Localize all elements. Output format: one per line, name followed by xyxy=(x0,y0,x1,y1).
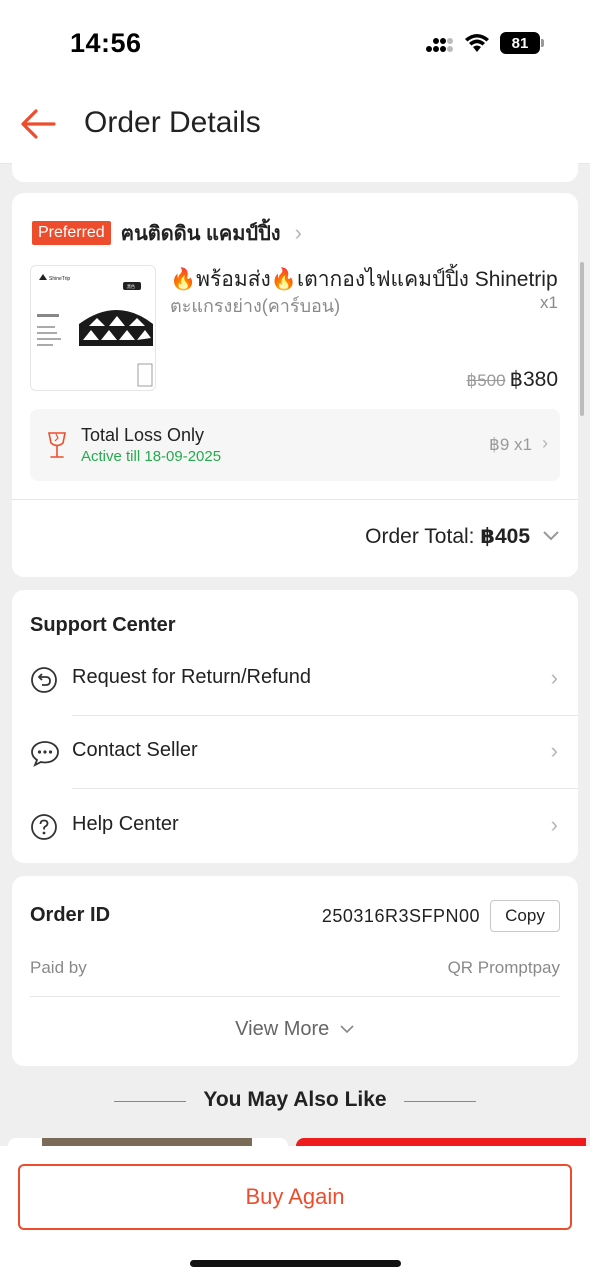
order-info-card: Order ID 250316R3SFPN00 Copy Paid by QR … xyxy=(12,876,578,1066)
buy-again-button[interactable]: Buy Again xyxy=(18,1164,572,1230)
home-indicator xyxy=(190,1260,401,1267)
chat-icon xyxy=(31,741,59,767)
help-center-label: Help Center xyxy=(72,813,179,835)
order-items-card: Preferred ฅนติดดิน แคมป์ปิ้ง › ShineTrip… xyxy=(12,193,578,577)
chevron-right-icon: › xyxy=(550,738,558,763)
chevron-right-icon: › xyxy=(542,433,548,453)
return-refund-label: Request for Return/Refund xyxy=(72,666,312,688)
product-price: ฿500 ฿380 xyxy=(466,367,558,392)
return-refund-item[interactable]: Request for Return/Refund › xyxy=(12,644,578,716)
status-bar: 14:56 81 xyxy=(0,0,590,86)
order-total: Order Total: ฿405 xyxy=(365,524,530,549)
scrollbar[interactable] xyxy=(580,262,584,416)
previous-card xyxy=(12,150,578,182)
product-image-art: ShineTrip 黑色 xyxy=(37,274,153,387)
wifi-icon xyxy=(465,34,489,52)
divider xyxy=(404,1101,476,1102)
bottom-action-bar: Buy Again xyxy=(0,1146,590,1280)
glass-icon xyxy=(48,432,66,458)
support-center-card: Support Center Request for Return/Refund… xyxy=(12,590,578,863)
help-icon xyxy=(31,814,57,840)
insurance-row[interactable]: Total Loss Only Active till 18-09-2025 ฿… xyxy=(30,409,560,481)
contact-seller-label: Contact Seller xyxy=(72,739,198,761)
product-image-tag: 黑色 xyxy=(127,283,135,289)
order-total-value: ฿405 xyxy=(480,525,530,548)
payment-method: QR Promptpay xyxy=(447,958,560,977)
back-arrow-icon[interactable] xyxy=(18,104,58,144)
status-icons: 81 xyxy=(426,32,544,54)
support-center-title: Support Center xyxy=(30,614,176,636)
recommendations-title: You May Also Like xyxy=(203,1088,387,1111)
chevron-down-icon xyxy=(543,531,559,541)
contact-seller-item[interactable]: Contact Seller › xyxy=(12,717,578,789)
preferred-badge: Preferred xyxy=(32,221,111,245)
order-id-label: Order ID xyxy=(30,904,111,926)
chevron-right-icon: › xyxy=(550,812,558,837)
view-more-label: View More xyxy=(235,1018,330,1040)
original-price: ฿500 xyxy=(466,371,506,390)
return-icon xyxy=(31,667,57,693)
product-quantity: x1 xyxy=(540,293,558,312)
product-image-brand: ShineTrip xyxy=(49,276,70,282)
divider xyxy=(114,1101,186,1102)
recommendations-header: You May Also Like xyxy=(0,1088,590,1112)
chevron-right-icon: › xyxy=(294,220,302,245)
help-center-item[interactable]: Help Center › xyxy=(12,791,578,863)
shop-header[interactable]: Preferred ฅนติดดิน แคมป์ปิ้ง › xyxy=(32,217,302,249)
insurance-validity: Active till 18-09-2025 xyxy=(81,448,222,465)
chevron-right-icon: › xyxy=(550,665,558,690)
order-total-label: Order Total: xyxy=(365,525,481,548)
view-more-button[interactable]: View More xyxy=(12,1018,578,1041)
order-id-value: 250316R3SFPN00 xyxy=(321,906,480,926)
order-total-row[interactable]: Order Total: ฿405 xyxy=(12,499,578,575)
battery-icon: 81 xyxy=(500,32,544,54)
product-image[interactable]: ShineTrip 黑色 xyxy=(30,265,156,391)
insurance-price: ฿9 x1 xyxy=(489,435,532,454)
paid-by-label: Paid by xyxy=(30,958,87,977)
signal-icon xyxy=(426,38,453,52)
shop-name: ฅนติดดิน แคมป์ปิ้ง xyxy=(120,223,281,245)
insurance-title: Total Loss Only xyxy=(81,425,205,445)
divider xyxy=(72,715,578,716)
copy-button[interactable]: Copy xyxy=(490,900,560,932)
sale-price: ฿380 xyxy=(509,368,558,391)
chevron-down-icon xyxy=(340,1025,354,1034)
divider xyxy=(30,996,560,997)
divider xyxy=(72,788,578,789)
status-time: 14:56 xyxy=(70,28,142,58)
page-title: Order Details xyxy=(84,106,261,139)
product-variant: ตะแกรงย่าง(คาร์บอน) xyxy=(170,296,341,316)
